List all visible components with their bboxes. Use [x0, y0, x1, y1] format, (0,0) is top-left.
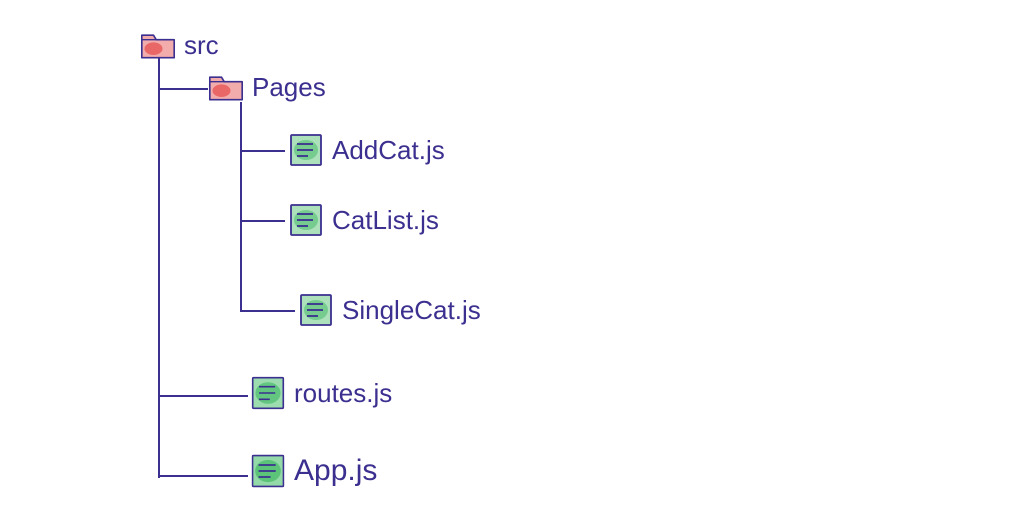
- file-label: SingleCat.js: [342, 295, 481, 326]
- tree-connector: [240, 102, 242, 312]
- folder-label: Pages: [252, 72, 326, 103]
- tree-connector: [240, 310, 295, 312]
- tree-connector: [158, 395, 248, 397]
- file-app: App.js: [250, 453, 377, 489]
- tree-connector: [158, 475, 248, 477]
- file-icon: [250, 375, 286, 411]
- file-icon: [250, 453, 286, 489]
- folder-src: src: [140, 30, 219, 61]
- tree-connector: [158, 88, 208, 90]
- file-label: AddCat.js: [332, 135, 445, 166]
- tree-connector: [240, 220, 285, 222]
- file-label: App.js: [294, 454, 377, 488]
- file-icon: [288, 132, 324, 168]
- tree-connector: [240, 150, 285, 152]
- file-icon: [288, 202, 324, 238]
- tree-connector: [158, 58, 160, 478]
- file-addcat: AddCat.js: [288, 132, 445, 168]
- folder-icon: [208, 74, 244, 102]
- file-singlecat: SingleCat.js: [298, 292, 481, 328]
- file-icon: [298, 292, 334, 328]
- file-label: routes.js: [294, 378, 392, 409]
- file-routes: routes.js: [250, 375, 392, 411]
- folder-pages: Pages: [208, 72, 326, 103]
- file-label: CatList.js: [332, 205, 439, 236]
- file-catlist: CatList.js: [288, 202, 439, 238]
- folder-label: src: [184, 30, 219, 61]
- folder-icon: [140, 32, 176, 60]
